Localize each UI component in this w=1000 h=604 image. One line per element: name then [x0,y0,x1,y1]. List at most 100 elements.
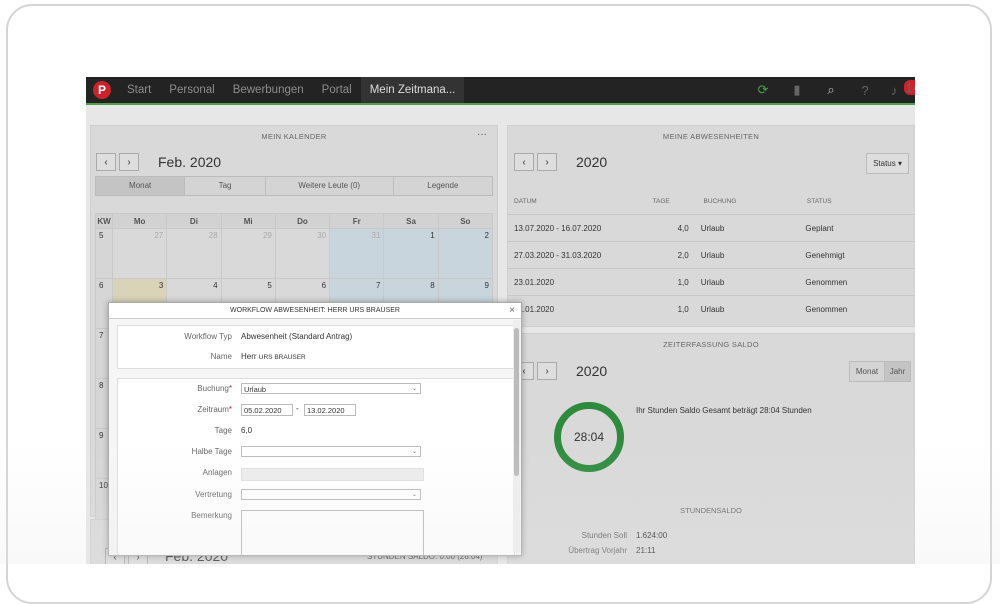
calendar-day[interactable]: 30 [274,228,331,279]
saldo-row-label: Übertrag Vorjahr [568,546,627,555]
dialog-title: WORKFLOW ABWESENHEIT: HERR URS BRAUSER [230,307,400,314]
zeitraum-separator: - [296,404,299,413]
dialog-scrollbar-thumb[interactable] [514,328,519,476]
buchung-select[interactable]: Urlaub ⌄ [241,383,421,394]
name-row: Name Herr URS BRAUSER [118,349,514,365]
halbe-tage-select[interactable]: ⌄ [241,446,421,457]
bell-icon[interactable]: ♪14 [891,79,915,98]
anlagen-field[interactable] [241,468,424,481]
view-tag[interactable]: Tag [185,177,266,195]
saldo-period-toggle: Monat Jahr [849,361,911,382]
calendar-day[interactable]: 2 [437,228,494,279]
required-marker: * [228,384,232,393]
zeitraum-label-text: Zeitraum [197,405,229,414]
chevron-down-icon: ⌄ [411,449,417,455]
close-icon[interactable]: × [509,303,515,318]
zeitraum-to-input[interactable]: 13.02.2020 [304,404,356,416]
saldo-summary: Ihr Stunden Saldo Gesamt beträgt 28:04 S… [636,406,812,415]
status-filter-button[interactable]: Status ▾ [866,153,909,174]
absence-row[interactable]: 21.01.2020 1,0 Urlaub Genommen [508,295,914,323]
name-value: Herr URS BRAUSER [241,349,306,366]
view-monat[interactable]: Monat [96,177,186,195]
buchung-select-value: Urlaub [244,385,267,394]
toggle-jahr[interactable]: Jahr [885,362,910,381]
view-weitere-leute[interactable]: Weitere Leute (0) [266,177,394,195]
week-number: 5 [95,228,113,279]
absences-next-button[interactable]: › [537,153,557,171]
calendar-day[interactable]: 1 [383,228,439,279]
workflow-absence-dialog: WORKFLOW ABWESENHEIT: HERR URS BRAUSER ×… [108,302,522,556]
nav-portal[interactable]: Portal [313,77,361,103]
tage-row: Tage 6,0 [118,423,514,439]
vertretung-select[interactable]: ⌄ [241,489,421,500]
search-icon[interactable]: ⌕ [823,82,839,98]
absence-buchung: Urlaub [700,224,725,233]
buchung-label: Buchung* [118,381,232,397]
absence-row[interactable]: 27.03.2020 - 31.03.2020 2,0 Urlaub Geneh… [508,241,914,269]
absence-buchung: Urlaub [700,251,725,260]
chevron-down-icon: ⌄ [411,492,417,498]
bemerkung-textarea[interactable] [241,510,424,555]
absence-row[interactable]: 13.07.2020 - 16.07.2020 4,0 Urlaub Gepla… [508,214,914,242]
absence-status: Genehmigt [805,251,845,260]
saldo-panel-title: ZEITERFASSUNG SALDO [663,340,759,349]
topbar-icons: ⟳ ▮ ⌕ ? ♪14 [755,77,915,103]
saldo-next-button[interactable]: › [537,362,557,380]
vertretung-row: Vertretung ⌄ [118,487,514,503]
absence-status: Genommen [805,305,848,314]
calendar-day[interactable]: 27 [111,228,168,279]
dialog-header: WORKFLOW ABWESENHEIT: HERR URS BRAUSER × [109,303,521,319]
name-label: Name [210,352,232,361]
absence-buchung: Urlaub [700,305,725,314]
calendar-prev-button[interactable]: ‹ [96,153,116,171]
calendar-day[interactable]: 28 [166,228,222,279]
col-buchung: BUCHUNG [703,198,737,205]
nav-bewerbungen[interactable]: Bewerbungen [224,77,313,103]
weekday-header: Do [274,213,331,229]
calendar-day[interactable]: 29 [220,228,276,279]
refresh-icon[interactable]: ⟳ [755,82,771,98]
nav-mein-zeitmanagement[interactable]: Mein Zeitmana... [360,77,465,103]
calendar-month-title: Feb. 2020 [158,154,222,170]
calendar-menu-icon[interactable]: ··· [477,129,487,140]
toggle-monat[interactable]: Monat [850,362,885,381]
halbe-tage-row: Halbe Tage ⌄ [118,444,514,460]
absence-tage: 4,0 [677,224,689,233]
app-logo[interactable]: P [93,81,111,99]
zeitraum-row: Zeitraum* 05.02.2020 - 13.02.2020 [118,402,514,418]
vertretung-label: Vertretung [195,490,232,499]
workflow-typ-label: Workflow Typ [184,332,232,341]
top-navigation-bar: P Start Personal Bewerbungen Portal Mein… [86,77,915,105]
weekday-header: Di [166,213,222,229]
saldo-year: 2020 [576,363,608,379]
workflow-info-card: Workflow Typ Abwesenheit (Standard Antra… [117,325,515,369]
chevron-down-icon: ⌄ [411,386,417,392]
dialog-scrollbar[interactable] [513,320,520,552]
absence-tage: 1,0 [677,305,689,314]
calendar-next-button[interactable]: › [119,153,139,171]
absences-prev-button[interactable]: ‹ [514,153,534,171]
absence-datum: 23.01.2020 [514,278,555,287]
calendar-day[interactable]: 31 [329,228,385,279]
bookmark-icon[interactable]: ▮ [789,82,805,98]
notification-badge: 14 [903,79,915,95]
main-nav: Start Personal Bewerbungen Portal Mein Z… [118,77,465,103]
saldo-ring-chart: 28:04 [554,402,624,472]
help-icon[interactable]: ? [857,83,873,98]
saldo-panel: ZEITERFASSUNG SALDO ‹ › 2020 Monat Jahr … [507,333,915,564]
nav-start[interactable]: Start [118,77,160,103]
saldo-row-value: 21:11 [636,546,656,555]
absence-datum: 13.07.2020 - 16.07.2020 [514,224,602,233]
name-salutation: Herr [241,352,257,361]
absence-row[interactable]: 23.01.2020 1,0 Urlaub Genommen [508,268,914,296]
stundensaldo-title: STUNDENSALDO [680,506,742,515]
zeitraum-from-input[interactable]: 05.02.2020 [241,404,293,416]
view-legende[interactable]: Legende [394,177,492,195]
nav-personal[interactable]: Personal [160,77,223,103]
weekday-header: Mi [220,213,276,229]
absence-datum: 21.01.2020 [514,305,555,314]
absence-status: Genommen [805,278,848,287]
weekday-header: Fr [329,213,385,229]
weekday-header: Sa [383,213,439,229]
weekday-header: So [437,213,494,229]
